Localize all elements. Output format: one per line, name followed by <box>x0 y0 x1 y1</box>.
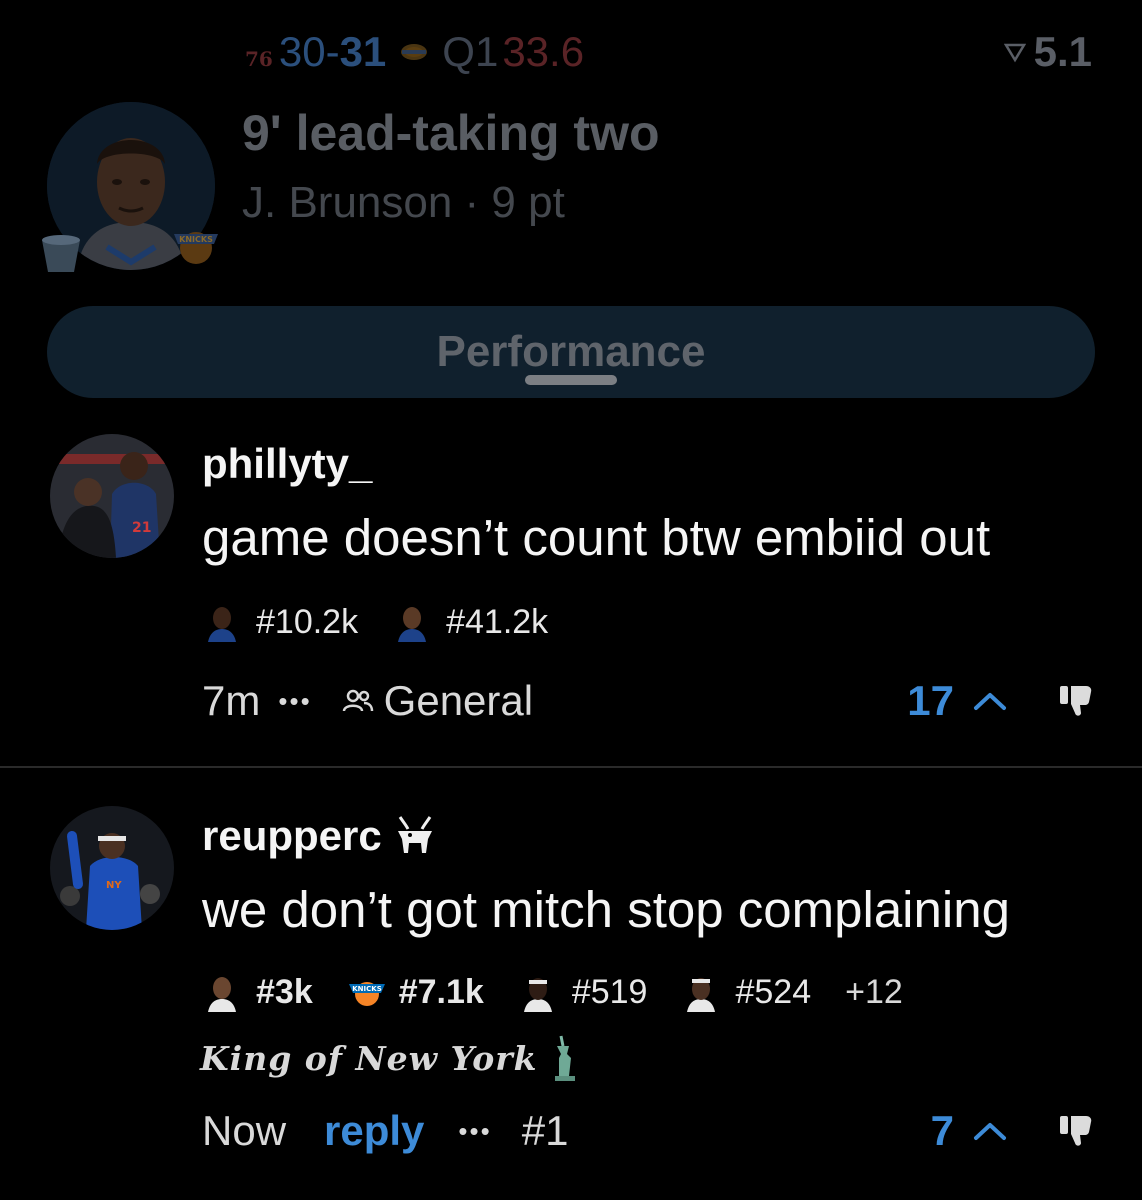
rank-badge[interactable]: #524 <box>681 972 811 1012</box>
home-score: 31 <box>339 28 387 75</box>
performance-label: Performance <box>436 327 706 376</box>
rank-badge[interactable]: #10.2k <box>202 602 358 642</box>
badge-row: #3k KNICKS #7.1k #519 #524 +12 <box>202 970 903 1014</box>
user-avatar[interactable]: NY <box>50 806 174 930</box>
comment-meta: Now reply ••• #1 <box>202 1106 568 1156</box>
player-headshot-icon <box>523 978 552 1012</box>
game-clock: 33.6 <box>502 28 585 75</box>
badge-rank-label: #524 <box>735 972 812 1011</box>
comment-username[interactable]: phillyty_ <box>202 440 372 488</box>
badge-row: #10.2k #41.2k <box>202 600 582 644</box>
badge-rank-label: #519 <box>571 972 648 1011</box>
user-title: King of New York <box>200 1030 583 1086</box>
comment-time: Now <box>202 1107 287 1154</box>
reply-button[interactable]: reply <box>324 1107 424 1155</box>
user-title-label: King of New York <box>200 1038 538 1078</box>
chevron-up-icon <box>974 693 1006 710</box>
rank-badge[interactable]: #3k <box>202 972 313 1012</box>
game-header: 76 30 - 31 Q1 33.6 5.1 KNICKS 9' lead-ta… <box>0 0 1142 420</box>
chevron-up-icon <box>974 1123 1006 1140</box>
knicks-logo-icon <box>401 44 428 60</box>
svg-text:NY: NY <box>106 880 122 891</box>
more-badges-count[interactable]: +12 <box>845 973 903 1012</box>
comment-meta: 7m ••• General <box>202 676 533 726</box>
game-period: Q1 <box>442 28 499 75</box>
statue-of-liberty-icon <box>555 1035 576 1081</box>
badge-rank-label: #41.2k <box>446 602 549 641</box>
upvote-button[interactable]: 7 <box>931 1106 1008 1156</box>
vote-count: 17 <box>907 677 954 724</box>
goat-icon <box>397 816 432 853</box>
channel-label[interactable]: General <box>384 677 533 725</box>
upvote-button[interactable]: 17 <box>907 676 1008 726</box>
comment-body: we don’t got mitch stop complaining <box>202 881 1010 938</box>
scoreboard[interactable]: 76 30 - 31 Q1 33.6 <box>245 28 584 76</box>
score-separator: - <box>325 28 340 75</box>
play-subtitle: J. Brunson · 9 pt <box>242 178 565 227</box>
user-avatar[interactable]: 21 <box>50 434 174 558</box>
avatar-photo-icon: NY <box>50 806 174 930</box>
comment-time: 7m <box>202 677 261 724</box>
drag-handle[interactable] <box>525 375 617 385</box>
rank-badge[interactable]: #41.2k <box>392 602 548 642</box>
more-options-button[interactable]: ••• <box>458 1116 491 1147</box>
comment-username[interactable]: reupperc <box>202 812 438 860</box>
badge-rank-label: #7.1k <box>398 972 484 1011</box>
vote-count: 7 <box>930 1107 954 1154</box>
signal-value: 5.1 <box>1033 28 1092 75</box>
group-icon <box>342 689 373 712</box>
more-options-button[interactable]: ••• <box>278 686 311 717</box>
svg-text:KNICKS: KNICKS <box>352 985 382 993</box>
avatar-photo-icon: 21 <box>50 434 174 558</box>
away-score: 30 <box>278 28 326 75</box>
play-title: 9' lead-taking two <box>242 105 660 161</box>
svg-text:KNICKS: KNICKS <box>179 235 213 244</box>
knicks-team-badge-icon: KNICKS <box>174 232 218 264</box>
username-label: reupperc <box>202 812 382 859</box>
comment-divider <box>0 766 1142 768</box>
player-headshot-icon <box>398 607 427 642</box>
bucket-icon <box>42 235 80 272</box>
rank-badge[interactable]: KNICKS #7.1k <box>347 973 484 1012</box>
sixers-logo: 76 <box>245 47 273 71</box>
comment-rank: #1 <box>521 1107 569 1154</box>
comment-body: game doesn’t count btw embiid out <box>202 509 991 566</box>
filter-triangle-icon <box>1003 43 1026 63</box>
signal-indicator: 5.1 <box>1003 28 1092 76</box>
svg-text:21: 21 <box>132 520 151 536</box>
knicks-logo-icon: KNICKS <box>348 982 385 1006</box>
player-headshot-icon <box>208 977 236 1012</box>
rank-badge[interactable]: #519 <box>518 972 648 1012</box>
player-headshot-icon <box>687 978 716 1012</box>
thumbs-down-icon[interactable] <box>1058 1112 1096 1148</box>
badge-rank-label: #3k <box>256 972 313 1011</box>
player-headshot-icon <box>208 607 236 642</box>
thumbs-down-icon[interactable] <box>1058 682 1096 718</box>
badge-rank-label: #10.2k <box>256 602 359 641</box>
